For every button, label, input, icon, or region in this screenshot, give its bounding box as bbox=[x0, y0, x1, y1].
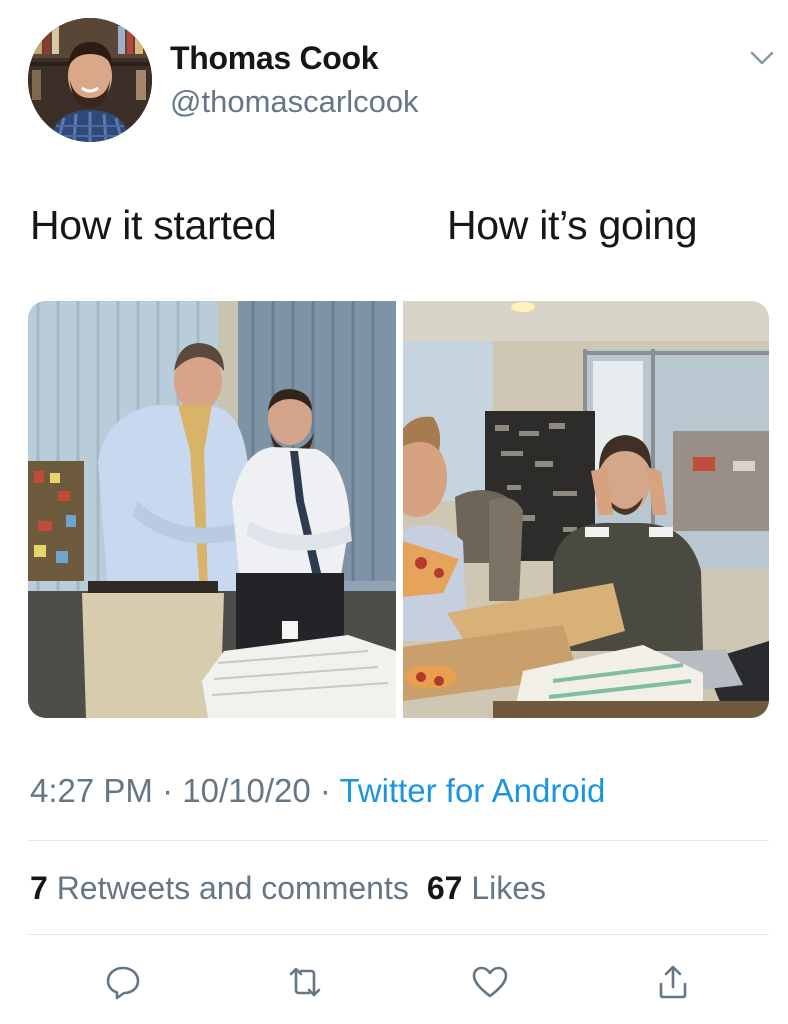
retweet-icon[interactable] bbox=[285, 962, 325, 1002]
meta-separator: · bbox=[152, 772, 183, 809]
photo-how-it-started[interactable] bbox=[28, 301, 396, 718]
likes-count: 67 bbox=[426, 870, 463, 906]
tweet-stats: 7 Retweets and comments 67 Likes bbox=[30, 870, 546, 907]
avatar[interactable] bbox=[28, 18, 152, 142]
tweet-time: 4:27 PM bbox=[30, 772, 153, 809]
reply-icon[interactable] bbox=[103, 962, 143, 1002]
divider bbox=[28, 840, 769, 841]
caption-right: How it’s going bbox=[447, 202, 698, 248]
chevron-down-icon[interactable] bbox=[746, 46, 778, 70]
retweets-count: 7 bbox=[30, 870, 48, 906]
retweets-stat[interactable]: 7 Retweets and comments bbox=[30, 870, 409, 906]
heart-icon[interactable] bbox=[470, 962, 510, 1002]
likes-stat[interactable]: 67 Likes bbox=[427, 870, 546, 906]
likes-label: Likes bbox=[462, 870, 547, 906]
photo-how-its-going[interactable] bbox=[403, 301, 769, 718]
tweet-source-link[interactable]: Twitter for Android bbox=[339, 772, 605, 809]
author-handle[interactable]: @thomascarlcook bbox=[170, 84, 419, 120]
retweets-label: Retweets and comments bbox=[47, 870, 409, 906]
author-name[interactable]: Thomas Cook bbox=[170, 40, 379, 77]
caption-left: How it started bbox=[30, 202, 277, 248]
share-icon[interactable] bbox=[653, 962, 693, 1002]
divider bbox=[28, 934, 769, 935]
tweet-meta: 4:27 PM · 10/10/20 · Twitter for Android bbox=[30, 772, 605, 810]
meta-separator: · bbox=[310, 772, 340, 809]
tweet-date: 10/10/20 bbox=[182, 772, 311, 809]
